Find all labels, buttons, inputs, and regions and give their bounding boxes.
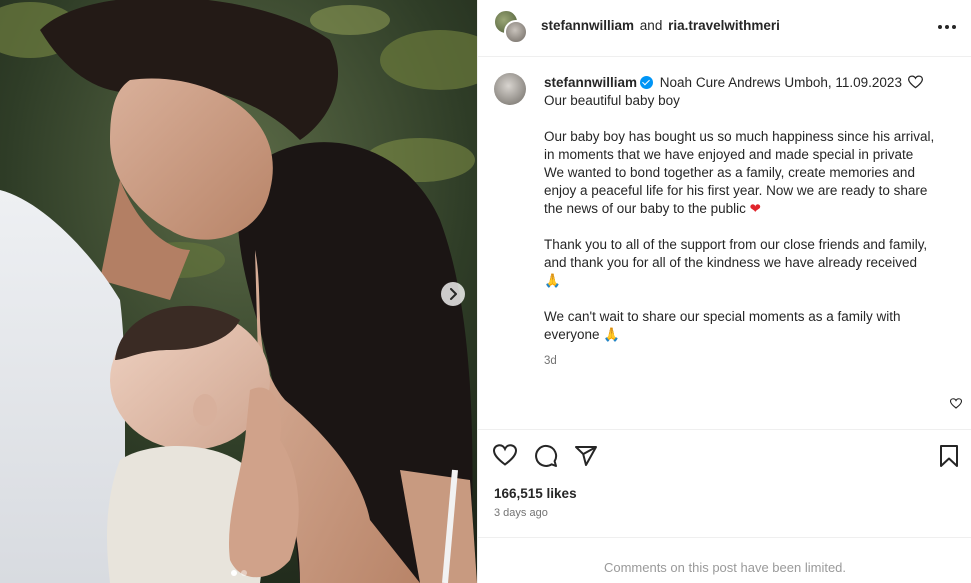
bookmark-icon [940,445,958,467]
post-media[interactable] [0,0,477,583]
heart-outline-icon [949,398,963,409]
caption-line: Our beautiful baby boy [544,93,680,108]
caption-like-button[interactable] [949,396,963,414]
caption-line: We can't wait to share our special momen… [544,309,901,324]
comments-limited-notice: Comments on this post have been limited. [603,560,847,575]
avatar[interactable] [494,73,526,105]
caption-text: stefannwilliam Noah Cure Andrews Umboh, … [544,74,954,370]
chevron-right-icon [450,288,457,300]
red-heart-emoji: ❤ [749,201,761,217]
caption-line: Noah Cure Andrews Umboh, 11.09.2023 [659,75,902,90]
instagram-post: stefannwilliam and ria.travelwithmeri st… [0,0,971,583]
pray-emoji: 🙏 [603,327,621,343]
collab-avatars[interactable] [494,10,528,44]
save-button[interactable] [939,444,959,473]
heart-emoji-icon [907,75,923,89]
caption-username[interactable]: stefannwilliam [544,75,637,90]
username-link[interactable]: ria.travelwithmeri [668,18,780,33]
caption-line: Our baby boy has bought us so much happi… [544,129,935,144]
likes-count[interactable]: 166,515 likes [494,486,577,501]
more-horizontal-icon [938,25,956,29]
carousel-dot-active [230,570,237,576]
carousel-dot [240,570,247,576]
post-actions: 166,515 likes 3 days ago [478,429,971,539]
collab-usernames: stefannwilliam and ria.travelwithmeri [541,18,780,33]
comment-button[interactable] [534,444,558,473]
post-detail-panel: stefannwilliam and ria.travelwithmeri st… [477,0,971,583]
verified-badge-icon [640,76,654,89]
like-button[interactable] [492,444,518,471]
caption-line: in moments that we have enjoyed and made… [544,147,914,162]
caption-line: We wanted to bond together as a family, … [544,165,915,180]
more-options-button[interactable] [936,18,958,36]
share-button[interactable] [574,444,598,473]
and-label: and [639,18,663,33]
heart-outline-icon [492,444,518,466]
post-photo [0,0,477,583]
carousel-indicator [0,570,477,576]
comment-bubble-icon [535,444,558,467]
caption-line: everyone [544,327,600,342]
caption-line: and thank you for all of the kindness we… [544,255,917,270]
comments-footer: Comments on this post have been limited. [478,537,971,583]
carousel-next-button[interactable] [441,282,465,306]
caption-line: Thank you to all of the support from our… [544,237,928,252]
post-header: stefannwilliam and ria.travelwithmeri [478,0,971,57]
paper-plane-icon [575,446,597,466]
post-date[interactable]: 3 days ago [494,507,548,519]
caption-section: stefannwilliam Noah Cure Andrews Umboh, … [478,57,971,429]
caption-line: enjoy a peaceful life for his first year… [544,183,928,198]
avatar [504,20,528,44]
username-link[interactable]: stefannwilliam [541,18,634,33]
caption-timestamp[interactable]: 3d [544,352,954,370]
pray-emoji: 🙏 [544,273,561,289]
caption-line: the news of our baby to the public [544,201,746,216]
